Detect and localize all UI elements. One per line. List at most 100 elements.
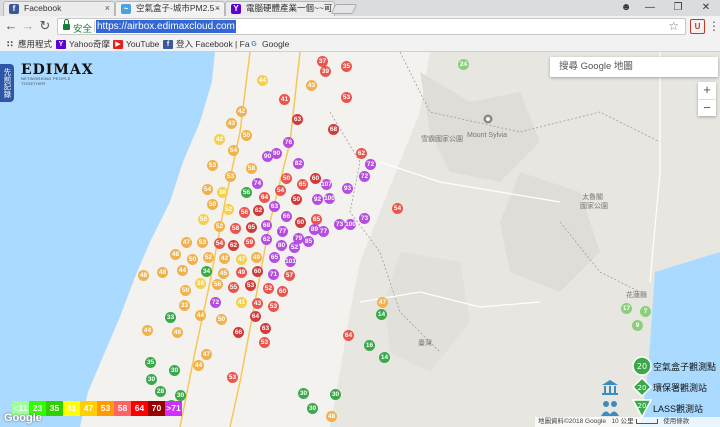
- pm25-marker[interactable]: 45: [218, 268, 229, 279]
- reload-icon[interactable]: ↻: [37, 18, 53, 34]
- bookmark-star-icon[interactable]: ☆: [668, 19, 679, 33]
- pm25-marker[interactable]: 41: [236, 297, 247, 308]
- pm25-marker[interactable]: 50: [187, 254, 198, 265]
- pm25-marker[interactable]: 14: [379, 352, 390, 363]
- pm25-marker[interactable]: 47: [181, 237, 192, 248]
- pm25-marker[interactable]: 47: [236, 254, 247, 265]
- pm25-marker[interactable]: 48: [170, 249, 181, 260]
- bookmark-facebook[interactable]: f 登入 Facebook | Fa: [163, 38, 250, 51]
- pm25-marker[interactable]: 37: [317, 56, 328, 67]
- pm25-marker[interactable]: 54: [392, 203, 403, 214]
- close-tab-icon[interactable]: ×: [105, 2, 110, 15]
- pm25-marker[interactable]: 58: [230, 223, 241, 234]
- pm25-marker[interactable]: 60: [310, 173, 321, 184]
- pm25-marker[interactable]: 54: [275, 185, 286, 196]
- pm25-marker[interactable]: 71: [268, 269, 279, 280]
- pm25-marker[interactable]: 62: [356, 148, 367, 159]
- pm25-marker[interactable]: 74: [252, 178, 263, 189]
- url-text[interactable]: https://airbox.edimaxcloud.com: [96, 20, 236, 33]
- pm25-marker[interactable]: 64: [259, 192, 270, 203]
- pm25-marker[interactable]: 76: [283, 137, 294, 148]
- pm25-marker[interactable]: 44: [195, 310, 206, 321]
- close-tab-icon[interactable]: ×: [325, 2, 330, 15]
- pm25-marker[interactable]: 30: [307, 403, 318, 414]
- pm25-marker[interactable]: 41: [279, 94, 290, 105]
- pm25-marker[interactable]: 52: [214, 221, 225, 232]
- forward-arrow-icon[interactable]: →: [20, 18, 36, 34]
- pm25-marker[interactable]: 52: [263, 283, 274, 294]
- pm25-marker[interactable]: 54: [202, 184, 213, 195]
- pm25-marker[interactable]: 73: [359, 213, 370, 224]
- pm25-marker[interactable]: 53: [207, 160, 218, 171]
- pm25-marker[interactable]: 38: [195, 278, 206, 289]
- pm25-marker[interactable]: 56: [239, 207, 250, 218]
- menu-dots-icon[interactable]: ⋮: [708, 19, 720, 33]
- pm25-marker[interactable]: 53: [225, 171, 236, 182]
- pm25-marker[interactable]: 56: [241, 187, 252, 198]
- pm25-marker[interactable]: 63: [292, 114, 303, 125]
- pm25-marker[interactable]: 93: [342, 183, 353, 194]
- pm25-marker[interactable]: 63: [260, 323, 271, 334]
- pm25-marker[interactable]: 9: [632, 320, 643, 331]
- tab-3[interactable]: Y 電腦硬體產業一個~~可 ×: [225, 1, 335, 16]
- pm25-marker[interactable]: 52: [223, 204, 234, 215]
- pm25-marker[interactable]: 72: [365, 159, 376, 170]
- pm25-marker[interactable]: 50: [281, 173, 292, 184]
- pm25-marker[interactable]: 44: [142, 325, 153, 336]
- pm25-marker[interactable]: 77: [277, 226, 288, 237]
- pm25-marker[interactable]: 100: [345, 219, 356, 230]
- pm25-marker[interactable]: 82: [293, 158, 304, 169]
- pm25-marker[interactable]: 65: [269, 252, 280, 263]
- pm25-marker[interactable]: 44: [193, 360, 204, 371]
- pm25-marker[interactable]: 48: [138, 270, 149, 281]
- pm25-marker[interactable]: 65: [297, 179, 308, 190]
- pm25-marker[interactable]: 68: [261, 220, 272, 231]
- pm25-marker[interactable]: 72: [210, 297, 221, 308]
- pm25-marker[interactable]: 50: [207, 199, 218, 210]
- pm25-marker[interactable]: 42: [214, 134, 225, 145]
- zoom-in-button[interactable]: +: [698, 82, 716, 99]
- new-tab-button[interactable]: [330, 4, 358, 14]
- pm25-marker[interactable]: 38: [217, 187, 228, 198]
- pm25-marker[interactable]: 42: [236, 106, 247, 117]
- history-side-tab[interactable]: 先前記錄: [0, 64, 14, 102]
- pm25-marker[interactable]: 42: [219, 253, 230, 264]
- pm25-marker[interactable]: 50: [241, 130, 252, 141]
- pm25-marker[interactable]: 64: [250, 311, 261, 322]
- pm25-marker[interactable]: 66: [233, 327, 244, 338]
- pm25-marker[interactable]: 55: [228, 282, 239, 293]
- pm25-marker[interactable]: 30: [146, 374, 157, 385]
- minimize-icon[interactable]: —: [636, 0, 664, 16]
- pm25-marker[interactable]: 73: [334, 219, 345, 230]
- pm25-marker[interactable]: 14: [376, 309, 387, 320]
- pm25-marker[interactable]: 90: [271, 148, 282, 159]
- pm25-marker[interactable]: 50: [180, 285, 191, 296]
- pm25-marker[interactable]: 107: [321, 179, 332, 190]
- address-bar[interactable]: 安全 https://airbox.edimaxcloud.com ☆: [57, 18, 686, 35]
- pm25-marker[interactable]: 17: [621, 303, 632, 314]
- pm25-marker[interactable]: 65: [246, 222, 257, 233]
- close-window-icon[interactable]: ✕: [692, 0, 720, 16]
- pm25-marker[interactable]: 30: [330, 389, 341, 400]
- pm25-marker[interactable]: 62: [261, 234, 272, 245]
- pm25-marker[interactable]: 30: [175, 390, 186, 401]
- pm25-marker[interactable]: 53: [341, 92, 352, 103]
- pm25-marker[interactable]: 60: [295, 217, 306, 228]
- pm25-marker[interactable]: 62: [228, 240, 239, 251]
- pm25-marker[interactable]: 52: [289, 242, 300, 253]
- pm25-marker[interactable]: 53: [268, 301, 279, 312]
- pm25-marker[interactable]: 33: [165, 312, 176, 323]
- pm25-marker[interactable]: 85: [303, 236, 314, 247]
- pm25-marker[interactable]: 44: [177, 265, 188, 276]
- extension-icon[interactable]: U: [690, 19, 705, 34]
- pm25-marker[interactable]: 53: [227, 372, 238, 383]
- pm25-marker[interactable]: 60: [252, 266, 263, 277]
- pm25-marker[interactable]: 68: [328, 124, 339, 135]
- maximize-icon[interactable]: ❐: [664, 0, 692, 16]
- pm25-marker[interactable]: 92: [312, 194, 323, 205]
- pm25-marker[interactable]: 66: [281, 211, 292, 222]
- pm25-marker[interactable]: 101: [285, 256, 296, 267]
- pm25-marker[interactable]: 72: [359, 171, 370, 182]
- pm25-marker[interactable]: 30: [298, 388, 309, 399]
- pm25-marker[interactable]: 63: [269, 201, 280, 212]
